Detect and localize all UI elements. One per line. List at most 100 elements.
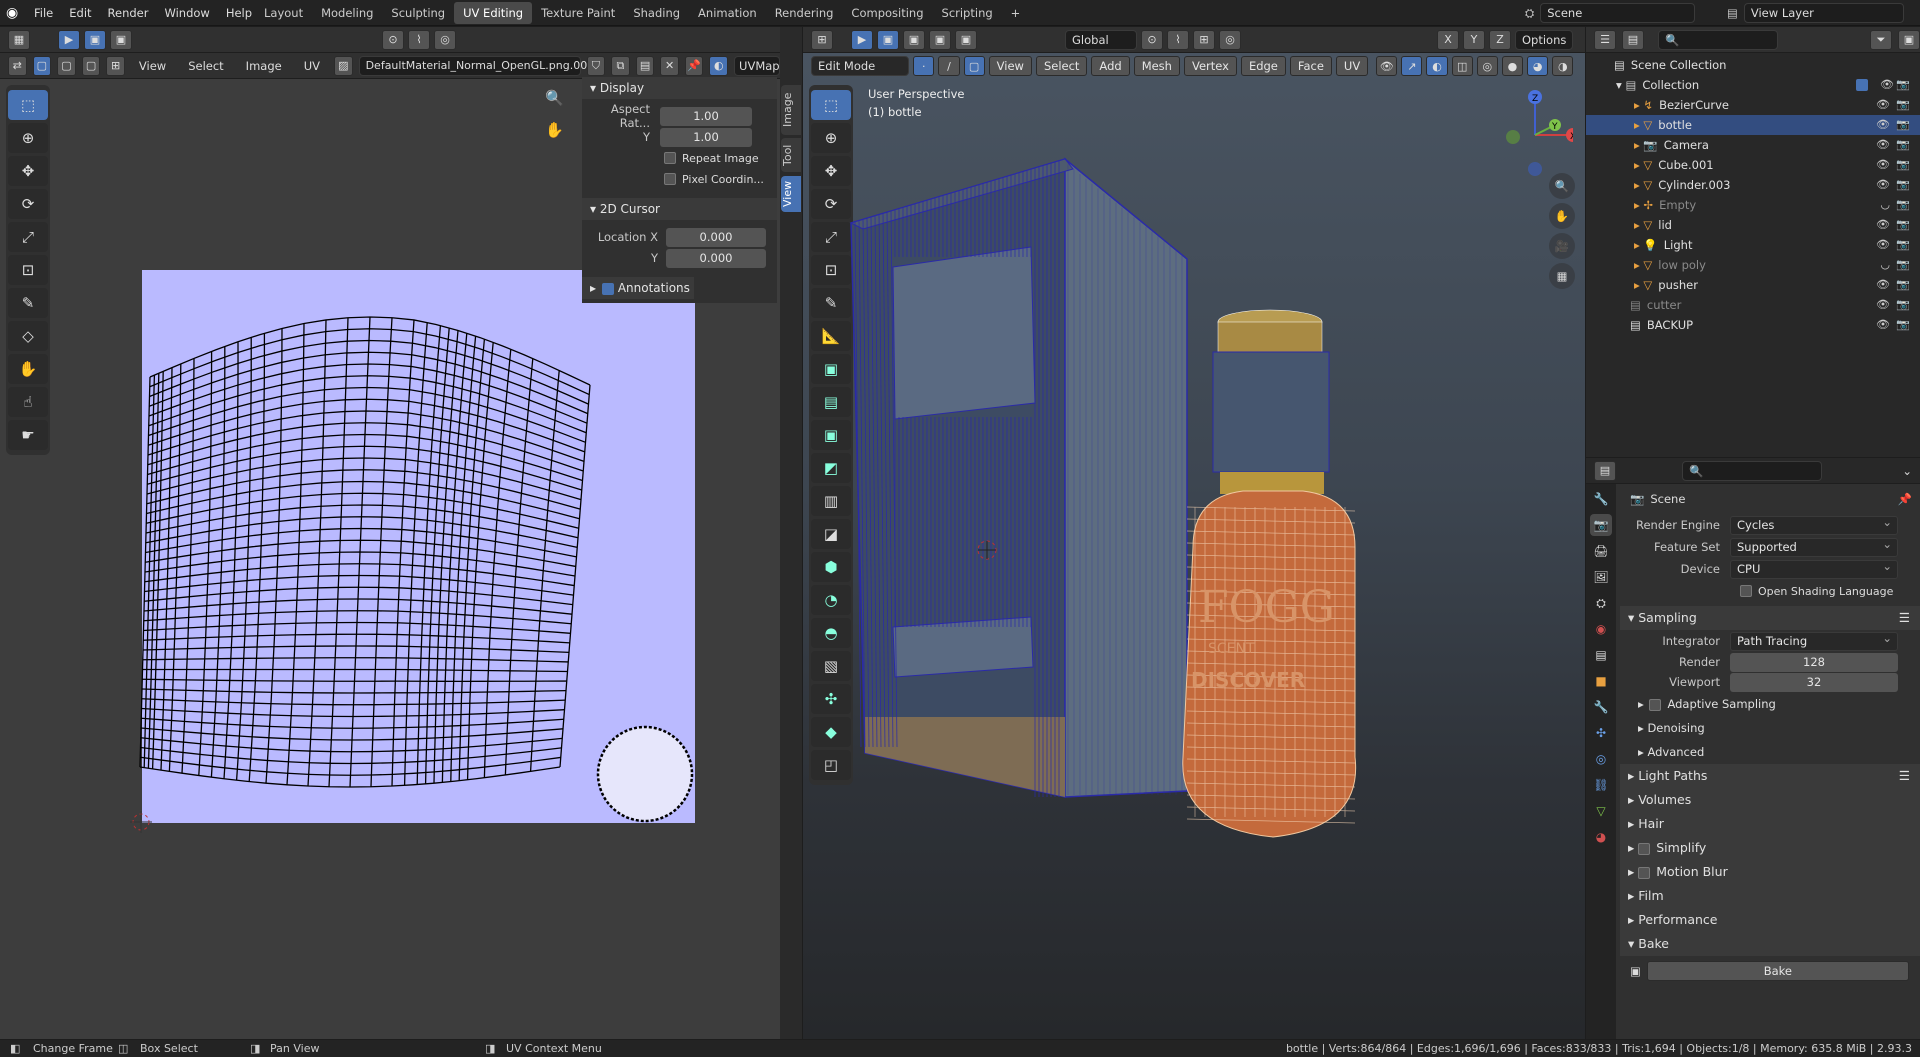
modifier-tab-icon[interactable]: 🔧 [1590,696,1612,718]
tab-layout[interactable]: Layout [255,2,312,24]
uv-menu-select[interactable]: Select [180,56,231,76]
render-camera-icon[interactable]: 📷 [1896,155,1910,175]
render-camera-icon[interactable]: 📷 [1896,195,1910,215]
uv-menu-image[interactable]: Image [238,56,290,76]
select-mode-icon[interactable]: ▣ [84,29,106,50]
world-tab-icon[interactable]: ◉ [1590,618,1612,640]
properties-options-icon[interactable]: ⌄ [1902,464,1912,478]
scene-render[interactable]: FOGG SCENT DISCOVER [803,27,1585,1039]
add-workspace-icon[interactable]: + [1002,2,1030,24]
collection-visibility-icon[interactable]: 👁 [1880,75,1894,95]
visibility-eye-icon[interactable]: 👁 [1876,175,1890,195]
properties-search-input[interactable]: 🔍 [1682,460,1822,481]
particles-tab-icon[interactable]: ✣ [1590,722,1612,744]
volumes-panel[interactable]: ▸ Volumes [1620,788,1920,812]
render-camera-icon[interactable]: 📷 [1896,295,1910,315]
blender-logo-icon[interactable]: ◉ [6,5,26,21]
outliner-item[interactable]: ▸ ✢ Empty ◡ 📷 [1586,195,1920,215]
uv-menu-uv[interactable]: UV [296,56,328,76]
vertex-select-icon[interactable]: ▢ [32,55,52,76]
outliner-item[interactable]: ▸ ▽ Cube.001 👁 📷 [1586,155,1920,175]
osl-checkbox[interactable] [1740,585,1752,597]
render-tab-icon[interactable]: 📷 [1590,514,1612,536]
advanced-subpanel[interactable]: ▸ Advanced [1620,740,1920,764]
tab-shading[interactable]: Shading [624,2,689,24]
outliner-collection-item[interactable]: ▤ BACKUP 👁 📷 [1586,315,1920,335]
outliner[interactable]: ☰ ▤ 🔍 ⏷ ▣ ▤ Scene Collection ▾ ▤ Collectio… [1586,27,1920,457]
select-tool-icon[interactable]: ▶ [58,29,80,50]
scene-field[interactable]: Scene [1540,3,1696,23]
physics-tab-icon[interactable]: ◎ [1590,748,1612,770]
viewport-samples-field[interactable]: 32 [1730,672,1898,692]
object-tab-icon[interactable]: ■ [1590,670,1612,692]
output-tab-icon[interactable]: 🖨 [1590,540,1612,562]
view-layer-field[interactable]: View Layer [1743,3,1904,23]
tab-modeling[interactable]: Modeling [312,2,382,24]
bake-button[interactable]: Bake [1646,961,1909,981]
render-camera-icon[interactable]: 📷 [1896,135,1910,155]
hair-panel[interactable]: ▸ Hair [1620,812,1920,836]
device-dropdown[interactable]: CPU [1730,558,1898,579]
visibility-eye-icon[interactable]: 👁 [1876,295,1890,315]
tab-view-strip[interactable]: View [781,176,801,212]
material-tab-icon[interactable]: ◕ [1590,826,1612,848]
denoising-subpanel[interactable]: ▸ Denoising [1620,716,1920,740]
outliner-item[interactable]: ▸ 📷 Camera 👁 📷 [1586,135,1920,155]
cursor-panel-title[interactable]: ▾ 2D Cursor [582,198,777,220]
render-camera-icon[interactable]: 📷 [1896,235,1910,255]
scene-tab-icon[interactable]: ⛭ [1590,592,1612,614]
integrator-dropdown[interactable]: Path Tracing [1730,630,1898,651]
tab-texture-paint[interactable]: Texture Paint [532,2,624,24]
menu-window[interactable]: Window [156,0,217,26]
display-panel-title[interactable]: ▾ Display [582,77,777,99]
tab-animation[interactable]: Animation [689,2,766,24]
aspect-y-field[interactable]: 1.00 [660,127,752,147]
render-camera-icon[interactable]: 📷 [1896,215,1910,235]
pin-properties-icon[interactable]: 📌 [1898,492,1912,506]
tool-tab-icon[interactable]: 🔧 [1590,488,1612,510]
filter-icon[interactable]: ⏷ [1870,29,1892,50]
pixel-coords-checkbox[interactable] [664,173,676,185]
constraints-tab-icon[interactable]: ⛓ [1590,774,1612,796]
new-image-icon[interactable]: ⧉ [611,55,630,76]
tab-compositing[interactable]: Compositing [842,2,932,24]
uvmap-field[interactable]: UVMap [734,55,781,76]
sampling-presets-icon[interactable]: ☰ [1899,606,1910,630]
render-samples-field[interactable]: 128 [1730,652,1898,672]
tab-scripting[interactable]: Scripting [933,2,1002,24]
properties-editor-type-icon[interactable]: ▤ [1594,460,1616,481]
render-camera-icon[interactable]: 📷 [1896,175,1910,195]
uv-editor[interactable]: ▦ ▶ ▣ ▣ ⊙ ⌇ ◎ ⇄ ▢ ▢ ▢ ⊞ View Select Imag… [0,27,800,1039]
visibility-eye-icon[interactable]: 👁 [1876,235,1890,255]
menu-file[interactable]: File [26,0,61,26]
location-x-field[interactable]: 0.000 [666,227,766,247]
adaptive-sampling-subpanel[interactable]: ▸ Adaptive Sampling [1620,692,1920,716]
menu-render[interactable]: Render [100,0,157,26]
proportional-icon[interactable]: ◎ [434,29,456,50]
view-layer-tab-icon[interactable]: 🖼 [1590,566,1612,588]
visibility-eye-icon[interactable]: ◡ [1880,195,1890,215]
uv-menu-view[interactable]: View [131,56,174,76]
tab-sculpting[interactable]: Sculpting [382,2,454,24]
pin-icon[interactable]: 📌 [684,55,704,76]
view-layer-icon[interactable]: ▤ [1727,6,1738,20]
outliner-item[interactable]: ▸ ▽ low poly ◡ 📷 [1586,255,1920,275]
outliner-editor-type-icon[interactable]: ☰ [1594,29,1616,50]
new-collection-icon[interactable]: ▣ [1898,29,1920,50]
motion-blur-panel[interactable]: ▸ Motion Blur [1620,860,1920,884]
render-camera-icon[interactable]: 📷 [1896,275,1910,295]
annotations-panel-title[interactable]: ▸ Annotations [582,277,694,299]
render-camera-icon[interactable]: 📷 [1896,255,1910,275]
visibility-eye-icon[interactable]: 👁 [1876,155,1890,175]
render-camera-icon[interactable]: 📷 [1896,95,1910,115]
render-camera-icon[interactable]: 📷 [1896,315,1910,335]
outliner-search-input[interactable]: 🔍 [1658,29,1778,50]
tab-rendering[interactable]: Rendering [766,2,843,24]
collection-row[interactable]: ▾ ▤ Collection 👁 📷 [1586,75,1920,95]
3d-viewport[interactable]: ⊞ ▶ ▣ ▣ ▣ ▣ Global ⊙ ⌇ ⊞ ◎ X Y Z Options… [803,27,1585,1039]
outliner-collection-item[interactable]: ▤ cutter 👁 📷 [1586,295,1920,315]
scene-icon[interactable]: ⛭ [1525,6,1534,21]
outliner-item[interactable]: ▸ ↯ BezierCurve 👁 📷 [1586,95,1920,115]
face-select-icon[interactable]: ▢ [81,55,101,76]
render-camera-icon[interactable]: 📷 [1896,115,1910,135]
